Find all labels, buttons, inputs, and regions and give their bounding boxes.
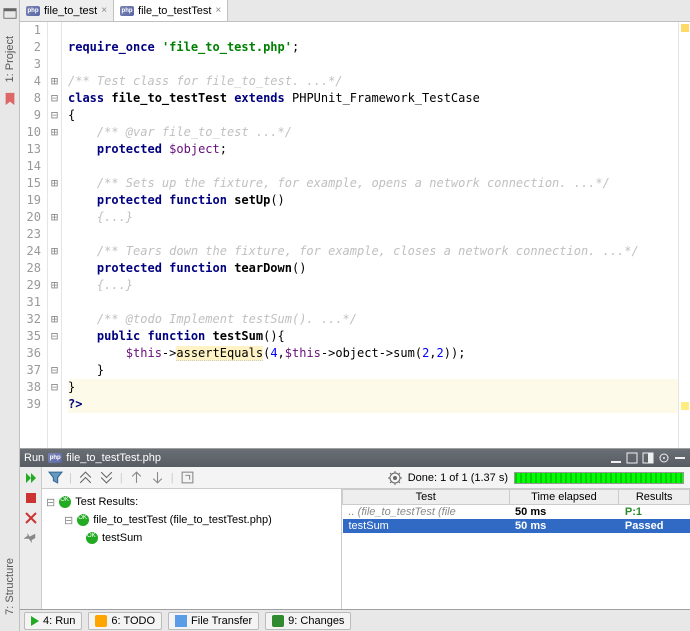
todo-btn-label: 6: TODO <box>111 615 155 627</box>
php-file-icon: php <box>26 6 40 16</box>
expand-icon[interactable] <box>99 470 114 485</box>
file-transfer-button[interactable]: File Transfer <box>168 612 259 630</box>
tree-root-label: Test Results: <box>75 496 138 508</box>
close-icon[interactable]: × <box>101 5 107 16</box>
ok-status-icon <box>77 514 89 526</box>
ok-status-icon <box>59 496 71 508</box>
tab-file-to-test-test[interactable]: php file_to_testTest × <box>114 0 228 21</box>
tab-label: file_to_test <box>44 5 97 17</box>
export-icon[interactable] <box>180 470 195 485</box>
prev-icon[interactable] <box>129 470 144 485</box>
fold-gutter[interactable]: ⊞⊟⊟⊞⊞⊞⊞⊞⊞⊟⊟⊟ <box>48 22 62 448</box>
th-test[interactable]: Test <box>343 490 510 505</box>
php-file-icon: php <box>120 6 134 16</box>
warning-marker[interactable] <box>681 402 689 410</box>
transfer-icon <box>175 615 187 627</box>
line-numbers: 1234891013141519202324282931323536373839 <box>20 22 48 448</box>
warning-marker[interactable] <box>681 24 689 32</box>
tree-suite[interactable]: ⊟ file_to_testTest (file_to_testTest.php… <box>46 511 337 529</box>
changes-btn-label: 9: Changes <box>288 615 344 627</box>
done-label: Done: 1 of 1 (1.37 s) <box>408 472 508 484</box>
hide-icon[interactable] <box>674 452 686 464</box>
table-row[interactable]: testSum50 msPassed <box>343 519 690 533</box>
next-icon[interactable] <box>150 470 165 485</box>
results-split: ⊟ Test Results: ⊟ file_to_testTest (file… <box>42 489 690 609</box>
tree-suite-label: file_to_testTest (file_to_testTest.php) <box>93 514 272 526</box>
tree-root[interactable]: ⊟ Test Results: <box>46 493 337 511</box>
main-area: php file_to_test × php file_to_testTest … <box>20 0 690 631</box>
run-header[interactable]: Run php file_to_testTest.php <box>20 449 690 467</box>
progress-bar <box>514 472 684 484</box>
table-row[interactable]: .. (file_to_testTest (file50 msP:1 <box>343 505 690 520</box>
structure-tool-tab[interactable]: 7: Structure <box>2 554 18 619</box>
bottom-tool-bar: 4: Run 6: TODO File Transfer 9: Changes <box>20 609 690 631</box>
stop-icon[interactable] <box>24 491 38 505</box>
minimize-icon[interactable] <box>610 452 622 464</box>
test-tree[interactable]: ⊟ Test Results: ⊟ file_to_testTest (file… <box>42 489 342 609</box>
code-area[interactable]: require_once 'file_to_test.php';/** Test… <box>62 22 678 448</box>
left-tool-gutter: 1: Project 7: Structure <box>0 0 20 631</box>
close-icon[interactable]: × <box>215 5 221 16</box>
pin-icon[interactable] <box>24 531 38 545</box>
rerun-icon[interactable] <box>24 471 38 485</box>
run-tool-window: Run php file_to_testTest.php | <box>20 448 690 609</box>
project-tool-tab[interactable]: 1: Project <box>2 32 18 86</box>
play-icon <box>31 616 39 626</box>
tree-test-label: testSum <box>102 532 142 544</box>
close-run-icon[interactable] <box>24 511 38 525</box>
gear-icon[interactable] <box>658 452 670 464</box>
bookmark-icon[interactable] <box>3 92 17 106</box>
settings-icon[interactable] <box>388 471 402 485</box>
todo-tool-button[interactable]: 6: TODO <box>88 612 162 630</box>
filter-icon[interactable] <box>48 470 63 485</box>
php-file-icon: php <box>48 453 62 463</box>
code-editor[interactable]: 1234891013141519202324282931323536373839… <box>20 22 690 448</box>
changes-icon <box>272 615 284 627</box>
dock-icon[interactable] <box>642 452 654 464</box>
ok-status-icon <box>86 532 98 544</box>
run-toolbar: | | | Done: 1 of 1 (1.37 s) <box>42 467 690 489</box>
transfer-btn-label: File Transfer <box>191 615 252 627</box>
run-body: | | | Done: 1 of 1 (1.37 s) <box>20 467 690 609</box>
th-time[interactable]: Time elapsed <box>509 490 619 505</box>
tab-file-to-test[interactable]: php file_to_test × <box>20 0 114 21</box>
run-file-label: file_to_testTest.php <box>66 452 161 464</box>
editor-tabs: php file_to_test × php file_to_testTest … <box>20 0 690 22</box>
todo-icon <box>95 615 107 627</box>
float-icon[interactable] <box>626 452 638 464</box>
collapse-icon[interactable] <box>78 470 93 485</box>
run-side-toolbar <box>20 467 42 609</box>
error-stripe[interactable] <box>678 22 690 448</box>
run-main: | | | Done: 1 of 1 (1.37 s) <box>42 467 690 609</box>
run-tool-button[interactable]: 4: Run <box>24 612 82 630</box>
run-header-label: Run <box>24 452 44 464</box>
results-table[interactable]: Test Time elapsed Results .. (file_to_te… <box>342 489 690 609</box>
project-icon <box>3 6 17 20</box>
th-result[interactable]: Results <box>619 490 690 505</box>
tree-test[interactable]: testSum <box>46 529 337 547</box>
changes-tool-button[interactable]: 9: Changes <box>265 612 351 630</box>
run-btn-label: 4: Run <box>43 615 75 627</box>
tab-label: file_to_testTest <box>138 5 211 17</box>
